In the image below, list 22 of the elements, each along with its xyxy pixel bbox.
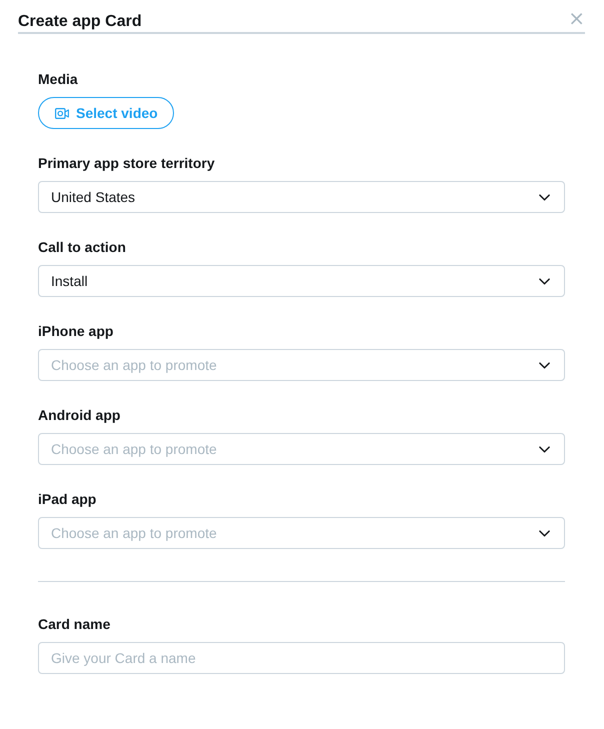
select-video-button[interactable]: Select video (38, 97, 174, 129)
dropdown[interactable]: Choose an app to promote (38, 517, 565, 549)
chevron-down-icon (539, 446, 550, 452)
dropdown[interactable]: Install (38, 265, 565, 297)
chevron-down-icon (539, 278, 550, 284)
chevron-down-icon (539, 194, 550, 200)
field-label: Card name (38, 615, 110, 633)
dialog-title: Create app Card (18, 12, 142, 32)
close-button[interactable]: × (568, 8, 585, 28)
chevron-down-icon (539, 362, 550, 368)
dropdown[interactable]: Choose an app to promote (38, 433, 565, 465)
field-label: Call to action (38, 238, 126, 256)
field-label: iPad app (38, 490, 96, 508)
card-name-input[interactable]: Give your Card a name (38, 642, 565, 674)
chevron-down-icon (539, 530, 550, 536)
field-label: Primary app store territory (38, 154, 215, 172)
video-camera-icon (55, 108, 69, 118)
field-label: iPhone app (38, 322, 114, 340)
dropdown[interactable]: Choose an app to promote (38, 349, 565, 381)
field-label: Android app (38, 406, 120, 424)
field-label: Media (38, 70, 78, 88)
dropdown[interactable]: United States (38, 181, 565, 213)
